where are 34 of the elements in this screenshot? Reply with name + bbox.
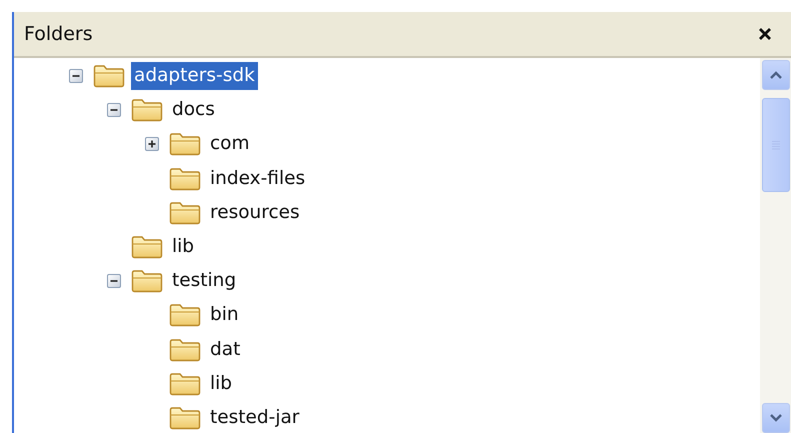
folder-icon	[169, 406, 201, 430]
caret-up-icon	[768, 70, 782, 80]
folder-item[interactable]: lib	[207, 370, 236, 398]
caret-down-icon	[768, 413, 782, 423]
folder-item[interactable]: resources	[207, 198, 303, 227]
folder-item[interactable]: testing	[169, 267, 240, 296]
collapse-icon[interactable]	[107, 103, 121, 118]
collapse-icon[interactable]	[107, 274, 121, 288]
folder-item[interactable]: bin	[207, 301, 242, 330]
folder-item[interactable]: tested-jar	[207, 404, 302, 432]
folder-icon	[131, 98, 163, 122]
scroll-thumb[interactable]	[762, 98, 790, 192]
folder-icon	[169, 303, 201, 328]
folder-icon	[169, 372, 201, 396]
folder-item[interactable]: adapters-sdk	[131, 62, 258, 90]
folder-item[interactable]: index-files	[207, 164, 308, 193]
scrollbar[interactable]	[760, 58, 791, 433]
scroll-down-button[interactable]	[762, 403, 790, 433]
folder-item[interactable]: dat	[207, 336, 244, 364]
panel-title: Folders	[24, 23, 93, 45]
close-icon[interactable]	[757, 26, 773, 42]
folder-item[interactable]: lib	[169, 233, 198, 262]
scroll-up-button[interactable]	[762, 60, 790, 90]
expand-icon[interactable]	[145, 137, 159, 152]
folder-icon	[131, 235, 163, 260]
folder-icon	[131, 269, 163, 294]
folder-icon	[169, 338, 201, 362]
folder-icon	[169, 166, 201, 191]
folder-icon	[93, 64, 125, 88]
folder-item[interactable]: docs	[169, 96, 218, 124]
folder-icon	[169, 132, 201, 156]
collapse-icon[interactable]	[69, 69, 83, 84]
folder-icon	[169, 200, 201, 225]
folder-item[interactable]: com	[207, 130, 253, 158]
